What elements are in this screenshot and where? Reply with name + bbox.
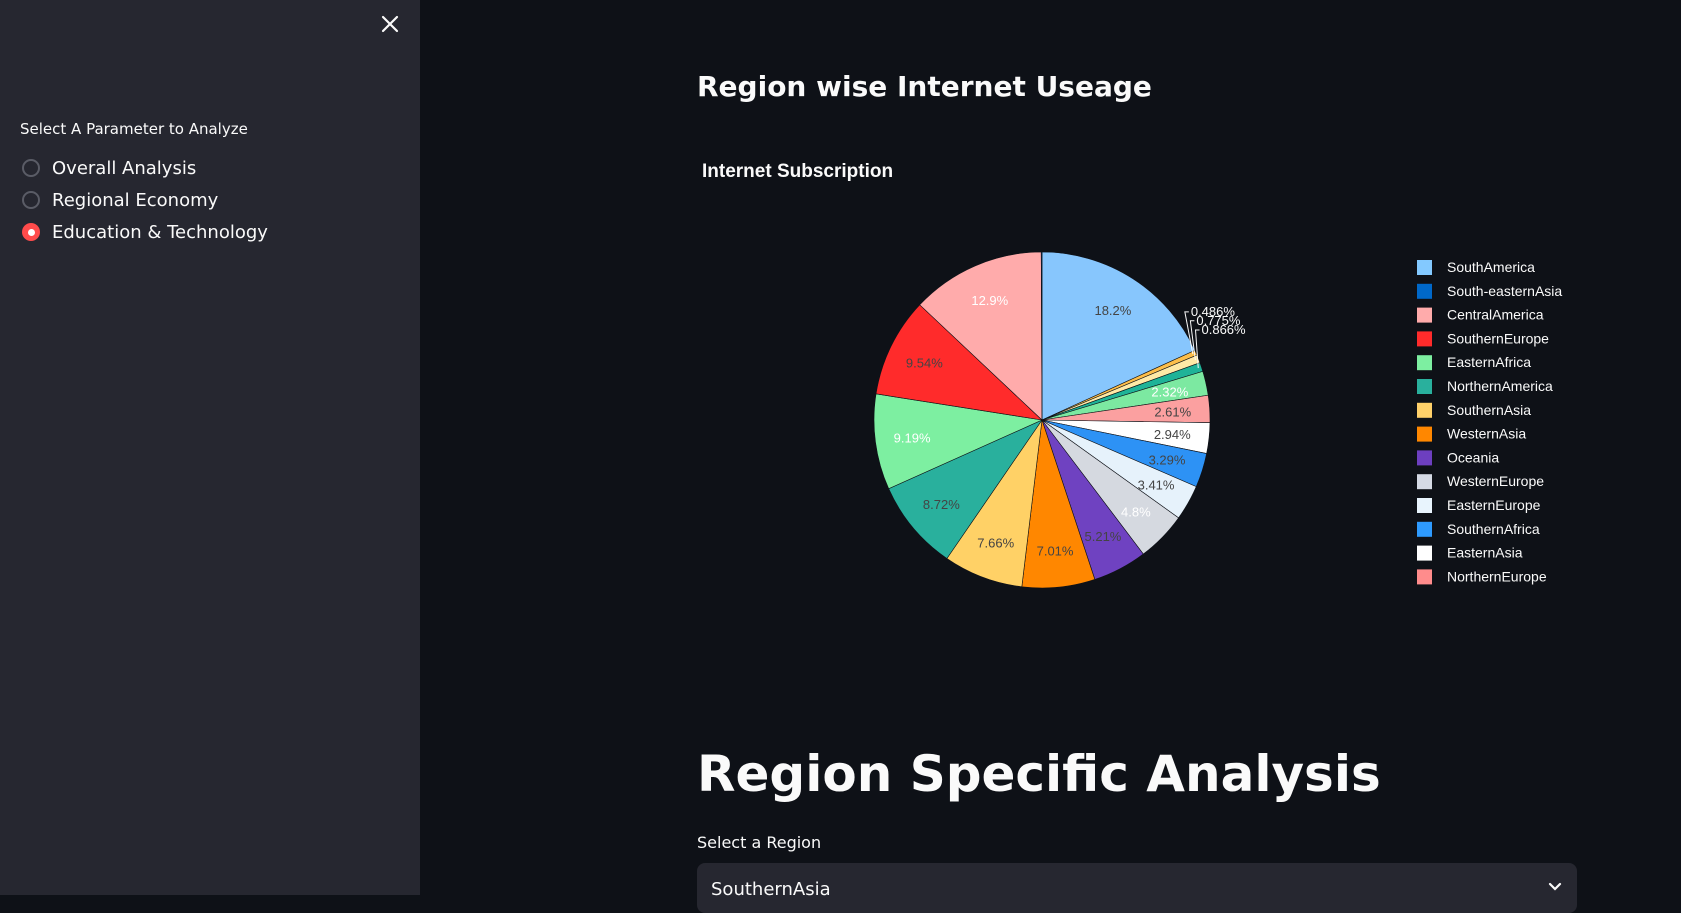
radio-checked-icon (22, 223, 40, 241)
region-select-label: Select a Region (697, 833, 822, 852)
pie-chart-svg: Internet Subscription 18.2% 0.486%0.775%0… (702, 161, 1562, 589)
legend-label[interactable]: SouthernAsia (1447, 402, 1531, 418)
legend-swatch[interactable] (1417, 521, 1432, 537)
radio-option-label: Overall Analysis (52, 157, 197, 179)
legend-swatch[interactable] (1417, 426, 1432, 442)
legend-swatch[interactable] (1417, 450, 1432, 466)
pie-slice-label: 2.94% (1154, 427, 1191, 442)
pie-slice-label: 2.61% (1154, 404, 1191, 419)
legend-swatch[interactable] (1417, 307, 1432, 323)
legend-label[interactable]: SouthernAfrica (1447, 521, 1540, 537)
radio-unchecked-icon (22, 191, 40, 209)
legend-swatch[interactable] (1417, 474, 1432, 490)
parameter-radio-group: Overall Analysis Regional Economy Educatio… (20, 152, 268, 248)
region-select[interactable]: SouthernAsia (697, 863, 1577, 913)
legend-swatch[interactable] (1417, 402, 1432, 418)
radio-dot (27, 228, 35, 236)
region-select-value: SouthernAsia (711, 879, 831, 900)
radio-option-label: Education & Technology (52, 221, 268, 243)
pie-slice-label: 7.66% (977, 536, 1014, 551)
close-sidebar-button[interactable] (378, 12, 402, 36)
close-icon (381, 15, 399, 33)
legend-swatch[interactable] (1417, 569, 1432, 585)
radio-option-label: Regional Economy (52, 189, 219, 211)
pie-slice-label: 3.41% (1138, 478, 1175, 493)
pie-slice-label: 7.01% (1037, 543, 1074, 558)
legend-swatch[interactable] (1417, 260, 1432, 275)
pie-slice-label: 9.19% (894, 430, 931, 445)
radio-option[interactable]: Regional Economy (20, 184, 268, 216)
legend-label[interactable]: SouthernEurope (1447, 330, 1549, 346)
section-title: Region wise Internet Useage (697, 70, 1152, 103)
pie-slice-label: 9.54% (906, 355, 943, 370)
chart-title: Internet Subscription (702, 161, 893, 182)
legend-label[interactable]: WesternAsia (1447, 426, 1526, 442)
legend-swatch[interactable] (1417, 331, 1432, 347)
pie-slice-label: 12.9% (971, 293, 1008, 308)
legend-swatch[interactable] (1417, 355, 1432, 371)
pie-slice-label: 4.8% (1121, 504, 1151, 519)
chevron-down-icon (1548, 882, 1562, 891)
pie-slice-label: 2.32% (1151, 384, 1188, 399)
legend-swatch[interactable] (1417, 498, 1432, 513)
region-specific-title: Region Specific Analysis (697, 745, 1381, 803)
legend-swatch[interactable] (1417, 545, 1432, 561)
pie-slice-label: 8.72% (923, 497, 960, 512)
radio-option[interactable]: Overall Analysis (20, 152, 268, 184)
legend-swatch[interactable] (1417, 379, 1432, 394)
legend-label[interactable]: CentralAmerica (1447, 307, 1544, 323)
pie-slice-label: 0.866% (1202, 322, 1247, 337)
legend-label[interactable]: NorthernAmerica (1447, 378, 1553, 394)
radio-unchecked-icon (22, 159, 40, 177)
radio-option[interactable]: Education & Technology (20, 216, 268, 248)
legend-swatch[interactable] (1417, 283, 1432, 299)
legend-label[interactable]: SouthAmerica (1447, 259, 1535, 275)
legend-label[interactable]: EasternEurope (1447, 497, 1541, 513)
legend-label[interactable]: South-easternAsia (1447, 283, 1562, 299)
pie-slice-label: 5.21% (1085, 529, 1122, 544)
pie-slice-label: 18.2% (1094, 303, 1131, 318)
sidebar: Select A Parameter to Analyze Overall An… (0, 0, 420, 895)
legend-label[interactable]: Oceania (1447, 449, 1499, 465)
pie-slice-label: 3.29% (1149, 452, 1186, 467)
legend-label[interactable]: EasternAsia (1447, 545, 1523, 561)
main-content: Region wise Internet Useage Internet Sub… (420, 0, 1681, 913)
legend-label[interactable]: EasternAfrica (1447, 354, 1531, 370)
parameter-radio-label: Select A Parameter to Analyze (20, 120, 248, 138)
internet-subscription-chart: Internet Subscription 18.2% 0.486% 0.775% 0… (697, 150, 1607, 620)
legend-label[interactable]: NorthernEurope (1447, 568, 1547, 584)
legend-label[interactable]: WesternEurope (1447, 473, 1544, 489)
